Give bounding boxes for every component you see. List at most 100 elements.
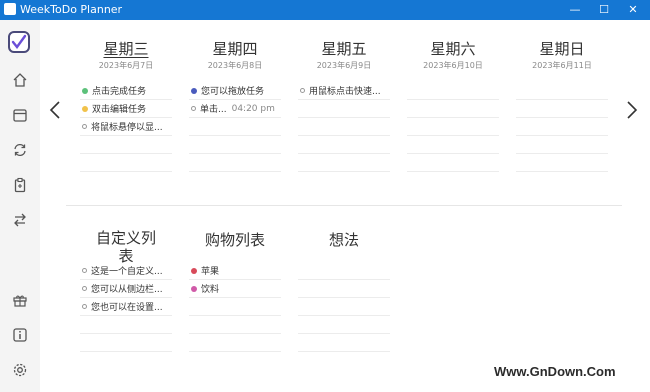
column-date: 2023年6月11日 bbox=[532, 61, 592, 70]
task-text: 单击... bbox=[200, 105, 227, 115]
task-color-dot-icon[interactable] bbox=[191, 87, 197, 94]
calendar-icon[interactable] bbox=[10, 105, 30, 125]
task-checkbox-icon[interactable] bbox=[300, 88, 305, 93]
task-item[interactable]: 饮料 bbox=[189, 280, 281, 298]
home-icon[interactable] bbox=[10, 70, 30, 90]
empty-task-slot[interactable] bbox=[298, 298, 390, 316]
task-checkbox-icon[interactable] bbox=[82, 124, 87, 129]
empty-task-slot[interactable] bbox=[407, 136, 499, 154]
close-button[interactable]: ✕ bbox=[618, 0, 648, 20]
gift-icon[interactable] bbox=[10, 290, 30, 310]
column-title[interactable]: 自定义列表 bbox=[95, 229, 157, 265]
empty-task-slot[interactable] bbox=[516, 82, 608, 100]
empty-task-slot[interactable] bbox=[516, 154, 608, 172]
empty-task-slot[interactable] bbox=[189, 316, 281, 334]
app-icon bbox=[4, 3, 16, 15]
column-date: 2023年6月7日 bbox=[98, 61, 154, 70]
empty-task-slot[interactable] bbox=[298, 154, 390, 172]
task-item[interactable]: 苹果 bbox=[189, 262, 281, 280]
empty-task-slot[interactable] bbox=[298, 280, 390, 298]
task-item[interactable]: 这是一个自定义... bbox=[80, 262, 172, 280]
task-text: 您可以拖放任务 bbox=[201, 87, 265, 97]
column: 购物列表 bbox=[189, 229, 281, 250]
column-title[interactable]: 购物列表 bbox=[189, 229, 281, 250]
task-text: 将鼠标悬停以显... bbox=[91, 123, 163, 133]
empty-task-slot[interactable] bbox=[516, 100, 608, 118]
task-item[interactable]: 单击... 04:20 pm bbox=[189, 100, 281, 118]
empty-task-slot[interactable] bbox=[189, 118, 281, 136]
section-divider bbox=[66, 205, 622, 206]
empty-task-slot[interactable] bbox=[298, 136, 390, 154]
task-list bbox=[407, 82, 499, 172]
empty-task-slot[interactable] bbox=[189, 136, 281, 154]
task-checkbox-icon[interactable] bbox=[82, 286, 87, 291]
task-text: 这是一个自定义... bbox=[91, 267, 163, 277]
task-color-dot-icon[interactable] bbox=[191, 285, 197, 292]
empty-task-slot[interactable] bbox=[516, 136, 608, 154]
empty-task-slot[interactable] bbox=[80, 136, 172, 154]
refresh-icon[interactable] bbox=[10, 140, 30, 160]
column-date: 2023年6月9日 bbox=[316, 61, 372, 70]
task-text: 您也可以在设置... bbox=[91, 303, 163, 313]
info-icon[interactable] bbox=[10, 325, 30, 345]
task-list: 苹果 饮料 bbox=[189, 262, 281, 352]
empty-task-slot[interactable] bbox=[80, 334, 172, 352]
task-time: 04:20 pm bbox=[231, 103, 275, 114]
task-text: 苹果 bbox=[201, 267, 220, 277]
chevron-left-icon bbox=[49, 101, 60, 119]
empty-task-slot[interactable] bbox=[407, 100, 499, 118]
minimize-button[interactable]: — bbox=[560, 0, 590, 20]
empty-task-slot[interactable] bbox=[80, 316, 172, 334]
swap-icon[interactable] bbox=[10, 210, 30, 230]
task-item[interactable]: 点击完成任务 bbox=[80, 82, 172, 100]
task-item[interactable]: 您可以从侧边栏... bbox=[80, 280, 172, 298]
previous-week-button[interactable] bbox=[47, 98, 63, 122]
task-item[interactable]: 将鼠标悬停以显... bbox=[80, 118, 172, 136]
empty-task-slot[interactable] bbox=[298, 100, 390, 118]
task-checkbox-icon[interactable] bbox=[82, 304, 87, 309]
empty-task-slot[interactable] bbox=[189, 298, 281, 316]
empty-task-slot[interactable] bbox=[298, 118, 390, 136]
task-list: 这是一个自定义... 您可以从侧边栏... 您也可以在设置... bbox=[80, 262, 172, 352]
task-item[interactable]: 用鼠标点击快速... bbox=[298, 82, 390, 100]
column-date: 2023年6月8日 bbox=[207, 61, 263, 70]
next-week-button[interactable] bbox=[624, 98, 640, 122]
task-text: 点击完成任务 bbox=[92, 87, 147, 97]
column: 星期日 2023年6月11日 bbox=[516, 38, 608, 71]
settings-icon[interactable] bbox=[10, 360, 30, 380]
task-text: 您可以从侧边栏... bbox=[91, 285, 163, 295]
column-title[interactable]: 星期三 bbox=[80, 38, 172, 59]
task-checkbox-icon[interactable] bbox=[191, 106, 196, 111]
empty-task-slot[interactable] bbox=[407, 154, 499, 172]
empty-task-slot[interactable] bbox=[298, 316, 390, 334]
task-text: 饮料 bbox=[201, 285, 220, 295]
column: 自定义列表 bbox=[80, 229, 172, 265]
task-text: 用鼠标点击快速... bbox=[309, 87, 381, 97]
task-item[interactable]: 您可以拖放任务 bbox=[189, 82, 281, 100]
task-list: 点击完成任务双击编辑任务将鼠标悬停以显... bbox=[80, 82, 172, 172]
title-bar: WeekToDo Planner — ☐ ✕ bbox=[0, 0, 650, 20]
task-color-dot-icon[interactable] bbox=[82, 87, 88, 94]
task-item[interactable]: 双击编辑任务 bbox=[80, 100, 172, 118]
column-title[interactable]: 想法 bbox=[298, 229, 390, 250]
empty-task-slot[interactable] bbox=[298, 262, 390, 280]
empty-task-slot[interactable] bbox=[80, 154, 172, 172]
clipboard-icon[interactable] bbox=[10, 175, 30, 195]
empty-task-slot[interactable] bbox=[298, 334, 390, 352]
empty-task-slot[interactable] bbox=[516, 118, 608, 136]
empty-task-slot[interactable] bbox=[407, 82, 499, 100]
task-item[interactable]: 您也可以在设置... bbox=[80, 298, 172, 316]
empty-task-slot[interactable] bbox=[407, 118, 499, 136]
task-checkbox-icon[interactable] bbox=[82, 268, 87, 273]
column-title[interactable]: 星期日 bbox=[516, 38, 608, 59]
column-title[interactable]: 星期四 bbox=[189, 38, 281, 59]
empty-task-slot[interactable] bbox=[189, 334, 281, 352]
app-logo-icon bbox=[8, 31, 30, 53]
empty-task-slot[interactable] bbox=[189, 154, 281, 172]
column-title[interactable]: 星期五 bbox=[298, 38, 390, 59]
task-color-dot-icon[interactable] bbox=[191, 267, 197, 274]
watermark: Www.GnDown.Com bbox=[494, 364, 616, 379]
task-color-dot-icon[interactable] bbox=[82, 105, 88, 112]
maximize-button[interactable]: ☐ bbox=[589, 0, 619, 20]
column-title[interactable]: 星期六 bbox=[407, 38, 499, 59]
